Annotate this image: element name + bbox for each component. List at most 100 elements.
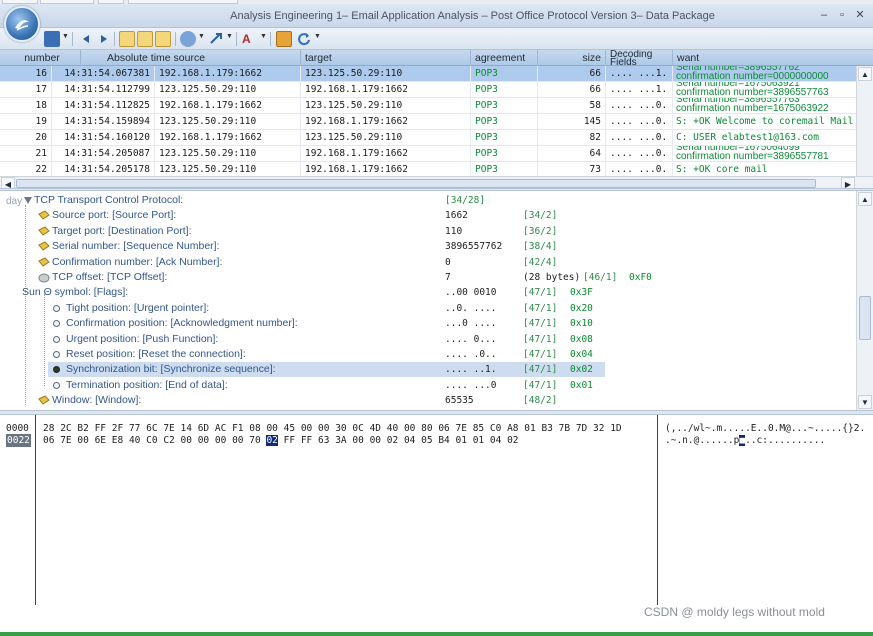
hex-byte[interactable]: 2C — [60, 423, 71, 434]
hex-byte[interactable]: 06 — [438, 423, 449, 434]
hex-byte[interactable]: C2 — [163, 435, 174, 446]
hex-byte[interactable]: 00 — [318, 423, 329, 434]
hex-byte[interactable]: 01 — [473, 435, 484, 446]
hex-byte[interactable]: FF — [284, 435, 295, 446]
hex-byte[interactable]: C0 — [146, 435, 157, 446]
col-time-source[interactable]: Absolute time source — [81, 50, 301, 66]
hex-byte[interactable]: B2 — [77, 423, 88, 434]
hex-byte[interactable]: 77 — [129, 423, 140, 434]
tree-node-label[interactable]: Window: [Window]: — [52, 393, 141, 408]
hex-byte[interactable]: 32 — [593, 423, 604, 434]
tree-node-label[interactable]: Termination position: [End of data]: — [66, 378, 228, 393]
hex-byte[interactable]: 0C — [352, 423, 363, 434]
hex-byte[interactable]: 7E — [456, 423, 467, 434]
hex-byte[interactable]: 28 — [43, 423, 54, 434]
hex-byte[interactable]: 30 — [335, 423, 346, 434]
app-logo-icon[interactable] — [4, 6, 40, 42]
hex-byte[interactable]: 00 — [198, 435, 209, 446]
hex-byte[interactable]: 00 — [370, 435, 381, 446]
tree-node-label[interactable]: Sun Θ symbol: [Flags]: — [22, 285, 128, 300]
col-number[interactable]: number — [0, 50, 81, 66]
hex-byte[interactable]: 00 — [352, 435, 363, 446]
hex-byte[interactable]: 4D — [370, 423, 381, 434]
tree-node-label[interactable]: Reset position: [Reset the connection]: — [66, 347, 246, 362]
packet-row[interactable]: 18 14:31:54.112825 192.168.1.179:1662 123.1… — [0, 98, 856, 114]
hex-byte[interactable]: 02 — [266, 435, 278, 446]
filter-icon[interactable] — [180, 31, 196, 47]
hex-byte[interactable]: FF — [95, 423, 106, 434]
packet-row[interactable]: 19 14:31:54.159894 123.125.50.29:110 192.16… — [0, 114, 856, 130]
hex-byte[interactable]: 6D — [198, 423, 209, 434]
save-icon[interactable] — [44, 31, 60, 47]
col-size[interactable]: size — [538, 50, 606, 66]
hex-byte[interactable]: 00 — [181, 435, 192, 446]
layout-list-icon[interactable] — [119, 31, 135, 47]
hex-byte[interactable]: B4 — [438, 435, 449, 446]
hex-byte[interactable]: 01 — [524, 423, 535, 434]
hex-byte[interactable]: 70 — [249, 435, 260, 446]
font-icon[interactable]: A — [242, 31, 258, 47]
tree-node-label[interactable]: Tight position: [Urgent pointer]: — [66, 301, 209, 316]
col-target[interactable]: target — [301, 50, 471, 66]
col-agreement[interactable]: agreement — [471, 50, 538, 66]
tree-scroll-thumb[interactable] — [859, 296, 871, 340]
hex-byte[interactable]: 06 — [43, 435, 54, 446]
hex-byte[interactable]: 7B — [559, 423, 570, 434]
tree-node-label[interactable]: Serial number: [Sequence Number]: — [52, 239, 220, 254]
layout-tree-icon[interactable] — [137, 31, 153, 47]
hex-byte[interactable]: 08 — [249, 423, 260, 434]
packet-list-vscroll[interactable]: ▲ — [856, 66, 873, 176]
hex-byte[interactable]: B3 — [541, 423, 552, 434]
hex-byte[interactable]: 80 — [421, 423, 432, 434]
tree-node-label[interactable]: Confirmation number: [Ack Number]: — [52, 255, 222, 270]
tree-node-label[interactable]: Confirmation position: [Acknowledgment n… — [66, 316, 298, 331]
hscroll-thumb[interactable] — [16, 179, 816, 188]
col-want[interactable]: want — [673, 50, 873, 66]
hex-byte[interactable]: 2F — [112, 423, 123, 434]
hex-byte[interactable]: 00 — [77, 435, 88, 446]
hex-byte[interactable]: 00 — [301, 423, 312, 434]
hex-byte[interactable]: 7E — [60, 435, 71, 446]
hex-byte[interactable]: 04 — [404, 435, 415, 446]
hex-byte[interactable]: 7D — [576, 423, 587, 434]
hex-byte[interactable]: 7E — [163, 423, 174, 434]
tree-node-label[interactable]: Target port: [Destination Port]: — [52, 224, 191, 239]
hex-byte[interactable]: 3A — [335, 435, 346, 446]
hex-byte[interactable]: A8 — [507, 423, 518, 434]
hex-byte[interactable]: 85 — [473, 423, 484, 434]
hex-byte[interactable]: 05 — [421, 435, 432, 446]
hex-byte[interactable]: 02 — [507, 435, 518, 446]
hex-byte[interactable]: 40 — [129, 435, 140, 446]
hex-byte[interactable]: 04 — [490, 435, 501, 446]
hex-byte[interactable]: 63 — [318, 435, 329, 446]
scroll-up-arrow-icon[interactable]: ▲ — [858, 67, 872, 81]
expand-arrow-icon[interactable] — [22, 195, 34, 206]
forward-arrow-icon[interactable] — [96, 31, 112, 47]
packet-row[interactable]: 16 14:31:54.067381 192.168.1.179:1662 123.1… — [0, 66, 856, 82]
hex-byte[interactable]: 00 — [215, 435, 226, 446]
packet-row[interactable]: 20 14:31:54.160120 192.168.1.179:1662 123.1… — [0, 130, 856, 146]
hex-byte[interactable]: 00 — [232, 435, 243, 446]
packet-row[interactable]: 22 14:31:54.205178 123.125.50.29:110 192.16… — [0, 162, 856, 176]
hex-byte[interactable]: 6E — [95, 435, 106, 446]
hex-byte[interactable]: F1 — [232, 423, 243, 434]
hex-byte[interactable]: FF — [301, 435, 312, 446]
restore-button[interactable]: ▫ — [835, 8, 849, 22]
hex-byte[interactable]: 6C — [146, 423, 157, 434]
packet-row[interactable]: 21 14:31:54.205087 123.125.50.29:110 192.16… — [0, 146, 856, 162]
hex-byte[interactable]: 14 — [181, 423, 192, 434]
tree-node-label[interactable]: Urgent position: [Push Function]: — [66, 332, 218, 347]
hex-byte[interactable]: 00 — [404, 423, 415, 434]
tree-node-label[interactable]: TCP offset: [TCP Offset]: — [52, 270, 167, 285]
close-button[interactable]: ✕ — [853, 8, 867, 22]
tree-vscroll[interactable]: ▲ ▼ — [856, 191, 873, 410]
refresh-icon[interactable] — [296, 31, 312, 47]
hex-bytes[interactable]: 06 7E 00 6E E8 40 C0 C2 00 00 00 00 70 0… — [43, 434, 519, 447]
hex-byte[interactable]: E8 — [112, 435, 123, 446]
tree-node-label[interactable]: Source port: [Source Port]: — [52, 208, 176, 223]
hex-byte[interactable]: C0 — [490, 423, 501, 434]
hex-byte[interactable]: 01 — [456, 435, 467, 446]
tree-node-label[interactable]: Synchronization bit: [Synchronize sequen… — [66, 362, 276, 377]
packet-row[interactable]: 17 14:31:54.112799 123.125.50.29:110 192.16… — [0, 82, 856, 98]
hex-byte[interactable]: 40 — [387, 423, 398, 434]
